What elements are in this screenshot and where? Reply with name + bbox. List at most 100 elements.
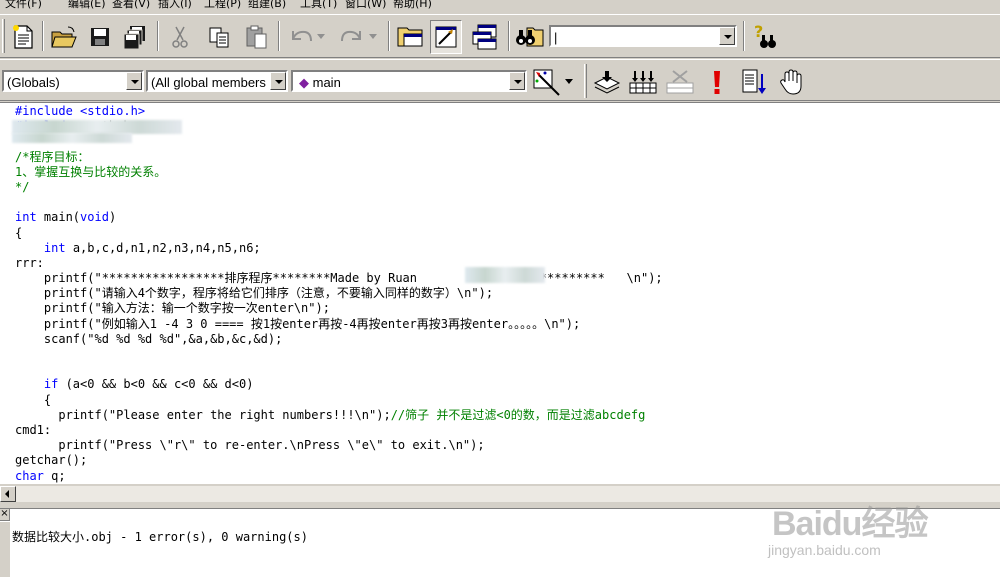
wizard-action-button[interactable]	[530, 65, 562, 99]
redo-dropdown[interactable]	[366, 20, 380, 54]
filter-combo-value: (All global members	[151, 75, 266, 90]
scroll-left-button[interactable]	[0, 486, 16, 502]
compile-button[interactable]	[591, 65, 623, 99]
editor-horizontal-scrollbar[interactable]	[0, 485, 1000, 502]
code-comment: 1、掌握互换与比较的关系。	[15, 164, 167, 179]
filter-combo[interactable]: (All global members	[146, 70, 288, 92]
code-keyword: char	[15, 468, 44, 483]
new-text-file-button[interactable]	[7, 20, 39, 54]
close-icon[interactable]: ×	[0, 509, 10, 521]
workspace-icon	[397, 27, 423, 47]
code-line[interactable]: char q;	[15, 469, 663, 484]
undo-button[interactable]	[285, 20, 317, 54]
code-line[interactable]: cmd1:	[15, 423, 663, 438]
code-line[interactable]: if (a<0 && b<0 && c<0 && d<0)	[15, 377, 663, 392]
menu-item[interactable]: 工具(T)	[300, 0, 337, 11]
code-token: printf("Please enter the right numbers!!…	[15, 407, 391, 422]
code-token: )	[108, 210, 117, 225]
save-all-button[interactable]	[119, 20, 151, 54]
toolbar-grip[interactable]	[584, 64, 587, 98]
code-text[interactable]: #include <stdio.h>#include <math.h>/*程序目…	[15, 104, 663, 484]
menu-item[interactable]: 插入(I)	[158, 0, 192, 11]
code-line[interactable]: #include <stdio.h>	[15, 104, 663, 119]
code-line[interactable]: {	[15, 226, 663, 241]
code-line[interactable]: */	[15, 180, 663, 195]
code-line[interactable]: {	[15, 393, 663, 408]
chevron-down-icon[interactable]	[270, 72, 286, 90]
paste-clipboard-icon	[246, 25, 267, 49]
scissors-icon	[172, 26, 188, 48]
windows-icon	[472, 24, 497, 50]
code-line[interactable]: scanf("%d %d %d %d",&a,&b,&c,&d);	[15, 332, 663, 347]
menu-item[interactable]: 帮助(H)	[393, 0, 432, 11]
code-token: printf("例如输入1 -4 3 0 ==== 按1按enter再按-4再按…	[15, 316, 581, 331]
function-icon: ◆	[299, 75, 309, 90]
chevron-down-icon[interactable]	[509, 72, 525, 90]
find-combo[interactable]: |	[549, 25, 737, 47]
code-line[interactable]: printf("Press \"r\" to re-enter.\nPress …	[15, 438, 663, 453]
code-line[interactable]: int a,b,c,d,n1,n2,n3,n4,n5,n6;	[15, 241, 663, 256]
code-line[interactable]	[15, 347, 663, 362]
code-line[interactable]	[15, 195, 663, 210]
menu-item[interactable]: 查看(V)	[112, 0, 150, 11]
code-token: main(	[36, 210, 81, 225]
standard-toolbar: | ?	[0, 14, 1000, 58]
code-line[interactable]: printf("Please enter the right numbers!!…	[15, 408, 663, 423]
build-result-message[interactable]: 数据比较大小.obj - 1 error(s), 0 warning(s)	[12, 528, 308, 545]
class-combo[interactable]: (Globals)	[2, 70, 144, 92]
output-window-button[interactable]	[430, 20, 462, 54]
code-line[interactable]: printf("输入方法：输一个数字按一次enter\n");	[15, 301, 663, 316]
code-comment: /*程序目标：	[15, 149, 90, 164]
paste-button[interactable]	[241, 20, 273, 54]
build-icon	[629, 71, 657, 94]
menu-item[interactable]: 窗口(W)	[345, 0, 386, 11]
code-line[interactable]	[15, 362, 663, 377]
new-file-icon	[13, 25, 33, 49]
output-pane-grip[interactable]	[0, 522, 10, 577]
member-combo[interactable]: ◆ main	[291, 70, 527, 92]
chevron-down-icon[interactable]	[719, 27, 735, 45]
stop-build-button[interactable]	[664, 65, 696, 99]
undo-dropdown[interactable]	[314, 20, 328, 54]
save-button[interactable]	[84, 20, 116, 54]
step-into-icon	[742, 69, 766, 94]
chevron-down-icon[interactable]	[126, 72, 142, 90]
open-button[interactable]	[48, 20, 80, 54]
toolbar-separator	[743, 21, 745, 51]
code-line[interactable]: 1、掌握互换与比较的关系。	[15, 165, 663, 180]
menu-item[interactable]: 编辑(E)	[68, 0, 106, 11]
redo-button[interactable]	[336, 20, 368, 54]
code-editor[interactable]: #include <stdio.h>#include <math.h>/*程序目…	[0, 102, 1000, 484]
wizard-action-dropdown[interactable]	[562, 65, 576, 99]
chevron-down-icon	[317, 34, 325, 39]
workspace-button[interactable]	[394, 20, 426, 54]
code-token: printf("输入方法：输一个数字按一次enter\n");	[15, 301, 330, 316]
code-line[interactable]: int main(void)	[15, 210, 663, 225]
hand-icon	[780, 69, 802, 95]
wizard-wand-icon	[533, 69, 560, 96]
step-into-button[interactable]	[738, 65, 770, 99]
find-in-files-button[interactable]	[514, 20, 546, 54]
code-line[interactable]: rrr:	[15, 256, 663, 271]
copy-button[interactable]	[203, 20, 235, 54]
breakpoint-button[interactable]	[775, 65, 807, 99]
code-line[interactable]: printf("请输入4个数字，程序将给它们排序（注意，不要输入同样的数字）\n…	[15, 286, 663, 301]
code-line[interactable]: /*程序目标：	[15, 150, 663, 165]
menu-item[interactable]: 组建(B)	[248, 0, 286, 11]
code-comment: //筛子 并不是过滤<0的数，而是过滤abcdefg	[390, 407, 646, 422]
toolbar-grip[interactable]	[2, 19, 5, 53]
menu-bar: 文件(F) 编辑(E) 查看(V) 插入(I) 工程(P) 组建(B) 工具(T) 窗口(W)…	[0, 0, 1000, 13]
code-line[interactable]: getchar();	[15, 453, 663, 468]
code-line[interactable]: printf("例如输入1 -4 3 0 ==== 按1按enter再按-4再按…	[15, 317, 663, 332]
open-folder-icon	[51, 26, 77, 48]
build-button[interactable]	[627, 65, 659, 99]
menu-item[interactable]: 文件(F)	[5, 0, 42, 11]
menu-item[interactable]: 工程(P)	[204, 0, 241, 11]
code-line[interactable]: printf("*****************排序程序********Mad…	[15, 271, 663, 286]
execute-button[interactable]	[701, 65, 733, 99]
code-token: q;	[43, 468, 66, 483]
search-help-button[interactable]: ?	[749, 20, 781, 54]
code-keyword: int	[15, 210, 37, 225]
window-list-button[interactable]	[468, 20, 500, 54]
cut-button[interactable]	[164, 20, 196, 54]
